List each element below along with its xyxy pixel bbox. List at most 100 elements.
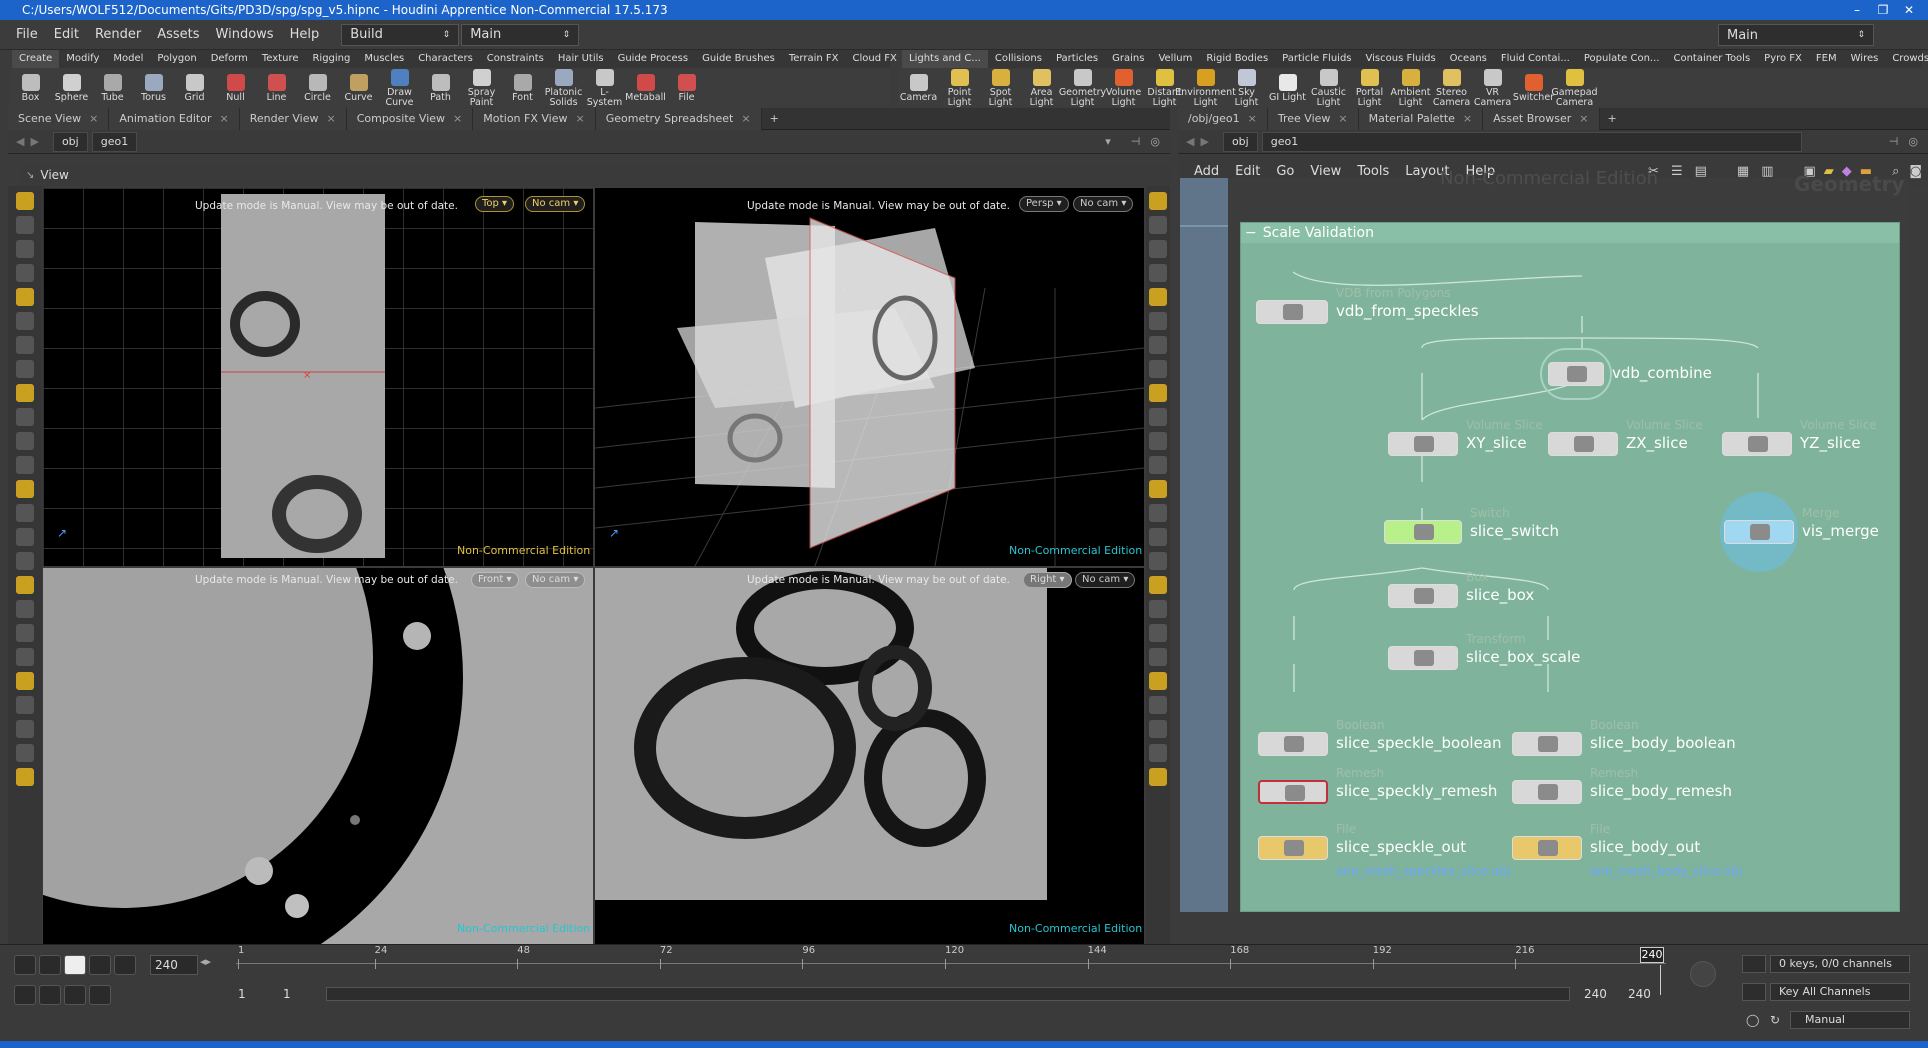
node-slice_body_out[interactable] [1512,836,1582,860]
maximize-button[interactable]: ❐ [1870,0,1896,20]
display-option-21-icon[interactable] [1149,696,1167,714]
tool-l-system[interactable]: L-System [584,68,625,108]
display-option-4-icon[interactable] [1149,288,1167,306]
timeline-track[interactable] [236,963,1666,964]
shelf-right-tab-10[interactable]: Populate Con... [1577,50,1667,68]
tool-environment-light[interactable]: Environment Light [1175,68,1236,108]
shelf-right-tab-9[interactable]: Fluid Contai... [1494,50,1577,68]
viewport-tool-9-icon[interactable] [16,408,34,426]
key-wheel-icon[interactable] [1690,961,1716,987]
shelf-left-tab-8[interactable]: Characters [411,50,480,68]
viewport-top[interactable]: × Update mode is Manual. View may be out… [43,188,593,566]
tool-path[interactable]: Path [420,73,461,103]
display-option-19-icon[interactable] [1149,648,1167,666]
shelf-right-tab-13[interactable]: FEM [1809,50,1844,68]
tab-render-view[interactable]: Render View × [239,107,347,130]
path-obj[interactable]: obj [52,131,88,152]
tool-stereo-camera[interactable]: Stereo Camera [1431,68,1472,108]
key-all-channels-button[interactable]: Key All Channels [1770,983,1910,1001]
back-icon[interactable]: ◀ [1186,135,1194,148]
table-icon[interactable]: ▥ [1761,164,1773,179]
shelf-left-tab-5[interactable]: Texture [255,50,306,68]
viewport-tool-22-icon[interactable] [16,720,34,738]
refresh-icon[interactable]: ↻ [1770,1013,1780,1027]
shelf-right-tab-1[interactable]: Collisions [988,50,1049,68]
viewport-tool-10-icon[interactable] [16,432,34,450]
camera-menu-button[interactable]: No cam ▾ [1075,572,1136,588]
range-end-field[interactable]: 240 [1584,987,1607,1001]
shelf-right-tab-15[interactable]: Crowds [1885,50,1928,68]
shelf-left-tab-3[interactable]: Polygon [150,50,203,68]
add-tab-icon[interactable]: + [1608,112,1617,125]
shelf-right-tab-4[interactable]: Vellum [1151,50,1199,68]
node-ZX_slice[interactable] [1548,432,1618,456]
keys-info[interactable]: 0 keys, 0/0 channels [1770,955,1910,973]
viewport-tool-13-icon[interactable] [16,504,34,522]
viewport-tool-8-icon[interactable] [16,384,34,402]
realtime-toggle[interactable] [14,985,36,1005]
tool-tube[interactable]: Tube [92,73,133,103]
node-name-label[interactable]: XY_slice [1466,434,1527,452]
tree-icon[interactable]: ☰ [1671,164,1683,179]
shelf-left-tab-1[interactable]: Modify [59,50,106,68]
tool-torus[interactable]: Torus [133,73,174,103]
back-icon[interactable]: ◀ [16,135,24,148]
tool-metaball[interactable]: Metaball [625,73,666,103]
node-name-label[interactable]: slice_body_out [1590,838,1700,856]
net-menu-view[interactable]: View [1310,164,1341,179]
frame-stepper-icon[interactable]: ◂▸ [200,955,211,968]
display-option-12-icon[interactable] [1149,480,1167,498]
display-option-7-icon[interactable] [1149,360,1167,378]
node-name-label[interactable]: slice_switch [1470,522,1559,540]
update-mode-select[interactable]: Manual [1790,1011,1910,1029]
viewport-tool-3-icon[interactable] [16,264,34,282]
current-frame-field[interactable]: 240 [150,955,198,975]
net-menu-tools[interactable]: Tools [1357,164,1389,179]
tab-network-path[interactable]: /obj/geo1 × [1178,107,1268,130]
shelf-left-tab-12[interactable]: Guide Brushes [695,50,782,68]
audio-toggle[interactable] [39,985,61,1005]
camera-icon[interactable]: ◙ [1909,164,1922,179]
viewport-tool-17-icon[interactable] [16,600,34,618]
node-name-label[interactable]: slice_speckle_boolean [1336,734,1502,752]
tab-animation-editor[interactable]: Animation Editor × [109,107,240,130]
display-option-9-icon[interactable] [1149,408,1167,426]
viewport-tool-23-icon[interactable] [16,744,34,762]
shelf-left-tab-9[interactable]: Constraints [480,50,551,68]
view-persp-button[interactable]: Persp ▾ [1019,196,1069,212]
viewport-tool-6-icon[interactable] [16,336,34,354]
node-vis_merge[interactable] [1724,520,1794,544]
display-option-24-icon[interactable] [1149,768,1167,786]
node-slice_speckly_remesh[interactable] [1258,780,1328,804]
tool-font[interactable]: Font [502,73,543,103]
net-menu-add[interactable]: Add [1194,164,1219,179]
node-slice_body_remesh[interactable] [1512,780,1582,804]
node-XY_slice[interactable] [1388,432,1458,456]
node-name-label[interactable]: slice_speckly_remesh [1336,782,1497,800]
playback-settings[interactable] [89,985,111,1005]
tool-sky-light[interactable]: Sky Light [1226,68,1267,108]
shelf-left-tab-2[interactable]: Model [106,50,150,68]
viewport-tool-7-icon[interactable] [16,360,34,378]
step-back-button[interactable] [39,955,61,975]
viewport-tool-14-icon[interactable] [16,528,34,546]
context-select[interactable]: Main ⇕ [461,23,580,46]
display-option-18-icon[interactable] [1149,624,1167,642]
menu-help[interactable]: Help [282,27,328,42]
tool-volume-light[interactable]: Volume Light [1103,68,1144,108]
camera-menu-button[interactable]: No cam ▾ [525,572,586,588]
tab-asset-browser[interactable]: Asset Browser × [1483,107,1600,130]
display-option-22-icon[interactable] [1149,720,1167,738]
path-obj[interactable]: obj [1222,131,1258,152]
node-slice_switch[interactable] [1384,520,1462,544]
tool-caustic-light[interactable]: Caustic Light [1308,68,1349,108]
display-option-20-icon[interactable] [1149,672,1167,690]
node-name-label[interactable]: vdb_from_speckles [1336,302,1479,320]
tool-area-light[interactable]: Area Light [1021,68,1062,108]
tool-point-light[interactable]: Point Light [939,68,980,108]
shelf-right-tab-5[interactable]: Rigid Bodies [1199,50,1275,68]
tool-file[interactable]: File [666,73,707,103]
shelf-left-tab-11[interactable]: Guide Process [611,50,695,68]
display-option-0-icon[interactable] [1149,192,1167,210]
tab-geometry-spreadsheet[interactable]: Geometry Spreadsheet × [595,107,762,130]
